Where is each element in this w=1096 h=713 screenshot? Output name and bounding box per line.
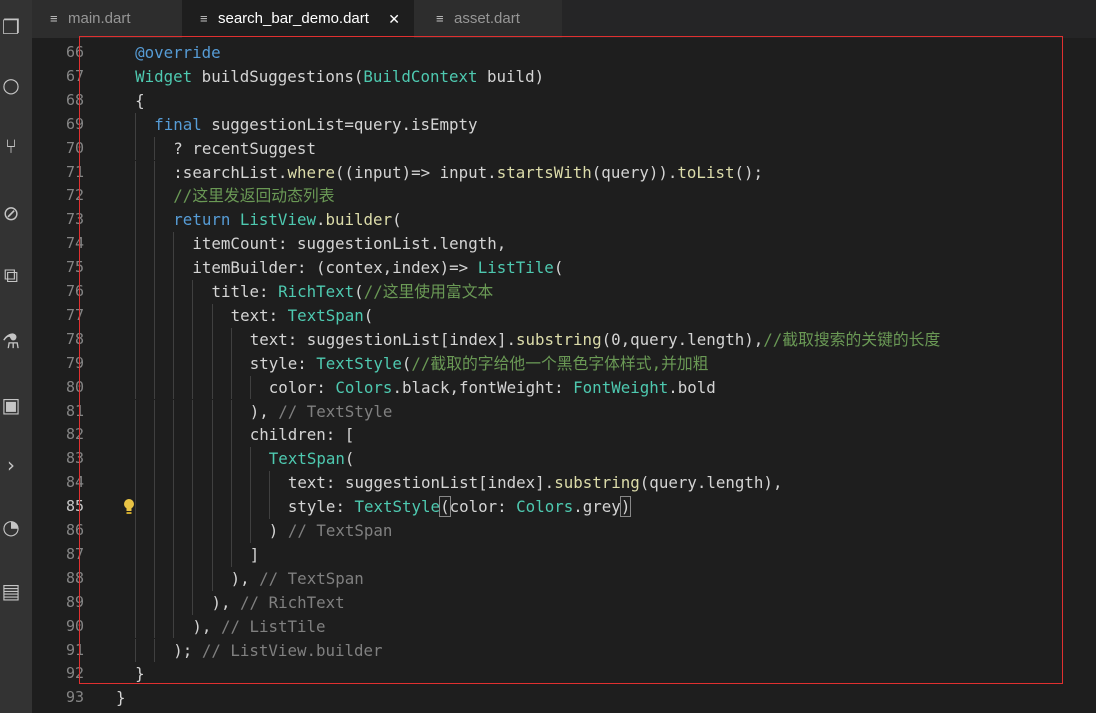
close-icon[interactable]: ✕: [388, 0, 400, 38]
tab-label: main.dart: [68, 10, 131, 27]
line-number: 73: [65, 210, 84, 229]
line-number: 90: [65, 616, 84, 635]
line-number: 80: [65, 377, 84, 396]
tab-main-dart[interactable]: ≡ main.dart: [32, 0, 182, 38]
line-number: 87: [65, 544, 84, 563]
source-control-icon[interactable]: ⑂: [0, 133, 22, 159]
line-number: 86: [65, 521, 84, 539]
gauge-icon[interactable]: ◔: [0, 514, 22, 540]
file-lines-icon: ≡: [436, 11, 444, 26]
line-number: 92: [65, 664, 84, 683]
files-icon[interactable]: ❐: [0, 14, 22, 40]
debug-icon[interactable]: ⊘: [0, 200, 22, 226]
line-number: 91: [65, 640, 84, 659]
line-number: 74: [65, 234, 84, 253]
line-number: 67: [65, 66, 84, 85]
code-line: }: [116, 686, 126, 710]
highlight-frame: [79, 36, 1063, 684]
line-number: 70: [65, 138, 84, 157]
activity-bar: ❐ ○ ⑂ ⊘ ⧉ ⚗ ▣ › ◔ ▤: [0, 0, 32, 713]
tab-search-bar-demo-dart[interactable]: ≡ search_bar_demo.dart ✕: [182, 0, 414, 38]
file-lines-icon: ≡: [200, 11, 208, 26]
search-icon[interactable]: ○: [0, 72, 22, 98]
line-number: 78: [65, 329, 84, 348]
line-number: 83: [65, 449, 84, 468]
tab-label: search_bar_demo.dart: [218, 10, 369, 27]
tab-label: asset.dart: [454, 10, 520, 27]
line-number: 68: [65, 90, 84, 109]
line-number: 84: [65, 473, 84, 492]
tab-asset-dart[interactable]: ≡ asset.dart: [414, 0, 562, 38]
line-number: 81: [65, 401, 84, 420]
line-number: 72: [65, 186, 84, 205]
docker-icon[interactable]: ▤: [0, 578, 22, 604]
line-number: 69: [65, 114, 84, 133]
extensions-icon[interactable]: ⧉: [0, 262, 22, 288]
file-lines-icon: ≡: [50, 11, 58, 26]
line-number: 66: [65, 43, 84, 61]
line-number: 93: [65, 688, 84, 707]
chevron-right-icon[interactable]: ›: [0, 452, 22, 478]
line-number: 82: [65, 425, 84, 444]
line-number: 79: [65, 353, 84, 372]
test-flask-icon[interactable]: ⚗: [0, 328, 22, 354]
panels-icon[interactable]: ▣: [0, 392, 22, 418]
editor-tab-bar: ≡ main.dart ≡ search_bar_demo.dart ✕ ≡ asse…: [32, 0, 1096, 38]
line-number: 88: [65, 568, 84, 587]
line-number: 71: [65, 162, 84, 181]
line-number: 77: [65, 305, 84, 324]
line-number: 76: [65, 282, 84, 300]
line-number: 85: [65, 497, 84, 516]
line-number: 75: [65, 258, 84, 277]
code-token: }: [116, 688, 126, 708]
line-number: 89: [65, 592, 84, 611]
